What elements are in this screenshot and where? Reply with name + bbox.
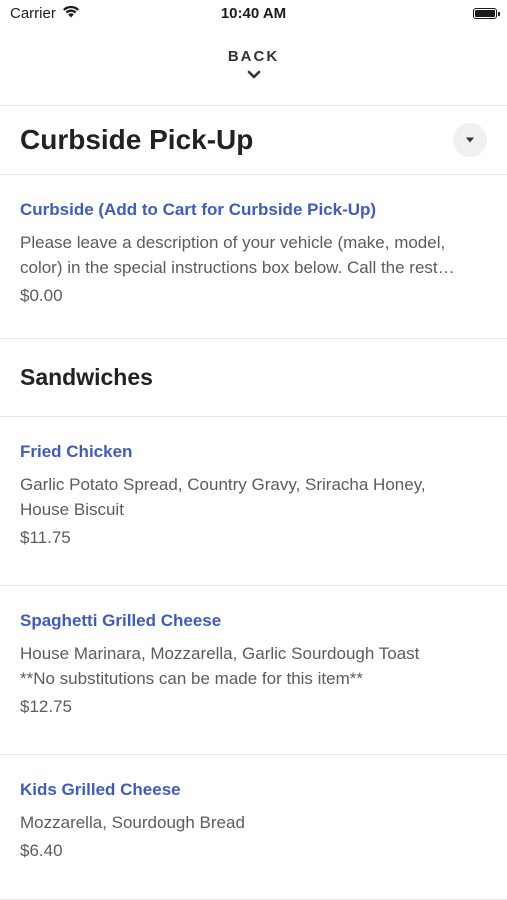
menu-item-curbside[interactable]: Curbside (Add to Cart for Curbside Pick-… xyxy=(0,175,507,339)
back-button[interactable]: BACK xyxy=(0,30,507,106)
section-header: Curbside Pick-Up xyxy=(0,106,507,175)
menu-item-fried-chicken[interactable]: Fried Chicken Garlic Potato Spread, Coun… xyxy=(0,417,507,586)
battery-fill xyxy=(475,10,495,17)
menu-item-kids-grilled-cheese[interactable]: Kids Grilled Cheese Mozzarella, Sourdoug… xyxy=(0,755,507,900)
item-price: $0.00 xyxy=(20,286,63,305)
item-description: Mozzarella, Sourdough Bread xyxy=(20,810,487,835)
item-description: Garlic Potato Spread, Country Gravy, Sri… xyxy=(20,472,487,522)
item-description-line: **No substitutions can be made for this … xyxy=(20,669,364,688)
section-dropdown-button[interactable] xyxy=(453,123,487,157)
battery-icon xyxy=(473,8,500,19)
status-time: 10:40 AM xyxy=(220,5,287,22)
back-label: BACK xyxy=(227,48,280,65)
item-description: House Marinara, Mozzarella, Garlic Sourd… xyxy=(20,641,487,691)
item-description-line: House Marinara, Mozzarella, Garlic Sourd… xyxy=(20,644,420,663)
group-header: Sandwiches xyxy=(0,339,507,417)
caret-down-icon xyxy=(465,131,475,149)
menu-item-spaghetti-grilled-cheese[interactable]: Spaghetti Grilled Cheese House Marinara,… xyxy=(0,586,507,755)
group-title: Sandwiches xyxy=(20,364,153,390)
item-description-line: Mozzarella, Sourdough Bread xyxy=(20,813,245,832)
item-description-line: House Biscuit xyxy=(20,500,124,519)
status-bar: Carrier 10:40 AM xyxy=(0,0,507,30)
item-price: $6.40 xyxy=(20,841,63,860)
section-title: Curbside Pick-Up xyxy=(20,124,254,155)
item-name[interactable]: Kids Grilled Cheese xyxy=(20,780,487,800)
item-name[interactable]: Curbside (Add to Cart for Curbside Pick-… xyxy=(20,200,487,220)
item-description-line: Please leave a description of your vehic… xyxy=(20,233,446,252)
item-description: Please leave a description of your vehic… xyxy=(20,230,487,280)
item-name[interactable]: Spaghetti Grilled Cheese xyxy=(20,611,487,631)
item-price: $12.75 xyxy=(20,697,72,716)
item-description-line: Garlic Potato Spread, Country Gravy, Sri… xyxy=(20,475,426,494)
item-name[interactable]: Fried Chicken xyxy=(20,442,487,462)
item-price: $11.75 xyxy=(20,528,71,547)
chevron-down-icon xyxy=(247,67,261,85)
item-description-line: color) in the special instructions box b… xyxy=(20,258,455,277)
